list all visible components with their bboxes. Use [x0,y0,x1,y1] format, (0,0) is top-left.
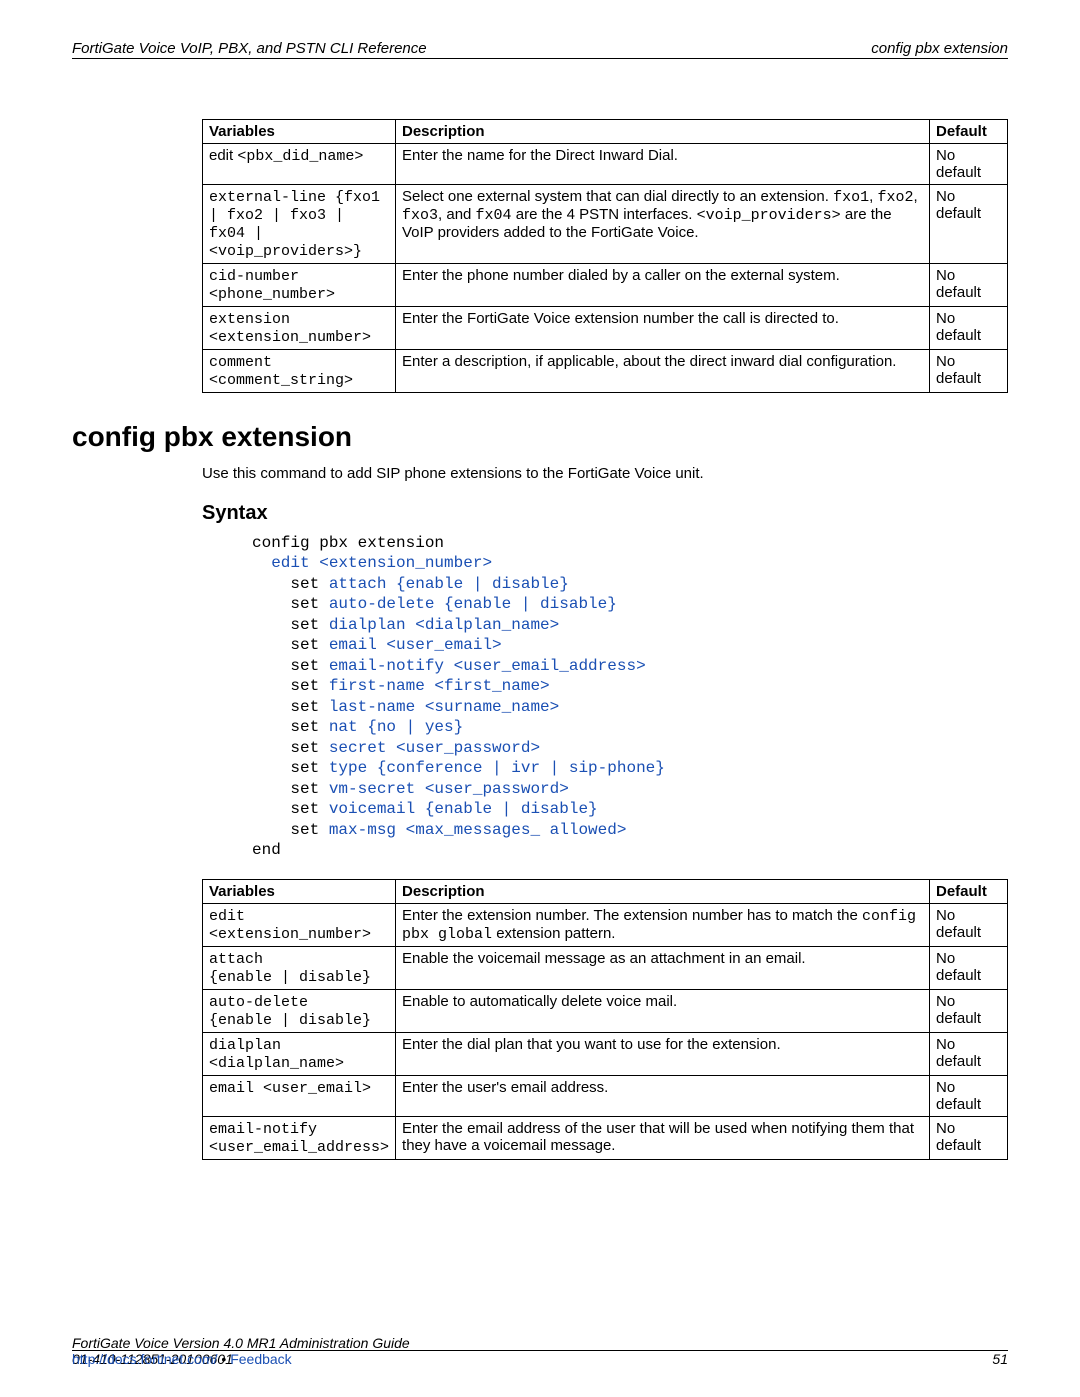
header-right: config pbx extension [871,40,1008,57]
th-default: Default [930,879,1008,903]
page-header: FortiGate Voice VoIP, PBX, and PSTN CLI … [72,40,1008,59]
syntax-heading: Syntax [202,502,1008,525]
page-footer: FortiGate Voice Version 4.0 MR1 Administ… [72,1333,1008,1367]
footer-feedback-link[interactable]: Feedback [230,1351,291,1367]
table-row: external-line {fxo1 | fxo2 | fxo3 | fx04… [203,185,1008,264]
th-description: Description [396,879,930,903]
table-row: email <user_email>Enter the user's email… [203,1075,1008,1116]
th-description: Description [396,120,930,144]
table-row: comment <comment_string>Enter a descript… [203,350,1008,393]
footer-link[interactable]: http://docs.fortinet.com/ [72,1351,218,1367]
variables-table-2: Variables Description Default edit <exte… [202,879,1008,1160]
table-row: edit <extension_number>Enter the extensi… [203,903,1008,946]
table-row: dialplan <dialplan_name>Enter the dial p… [203,1032,1008,1075]
table-row: email-notify <user_email_address>Enter t… [203,1116,1008,1159]
table-row: cid-number <phone_number>Enter the phone… [203,264,1008,307]
footer-separator: • [218,1351,231,1367]
th-variables: Variables [203,120,396,144]
section-title: config pbx extension [72,421,1008,453]
header-left: FortiGate Voice VoIP, PBX, and PSTN CLI … [72,40,427,57]
table-row: edit <pbx_did_name>Enter the name for th… [203,144,1008,185]
intro-text: Use this command to add SIP phone extens… [202,465,1008,482]
table-row: extension <extension_number>Enter the Fo… [203,307,1008,350]
table-row: auto-delete {enable | disable}Enable to … [203,989,1008,1032]
th-default: Default [930,120,1008,144]
variables-table-1: Variables Description Default edit <pbx_… [202,119,1008,393]
syntax-block: config pbx extension edit <extension_num… [252,533,1008,861]
page-number: 51 [992,1351,1008,1367]
th-variables: Variables [203,879,396,903]
footer-guide-title: FortiGate Voice Version 4.0 MR1 Administ… [72,1335,410,1351]
table-row: attach {enable | disable}Enable the voic… [203,946,1008,989]
